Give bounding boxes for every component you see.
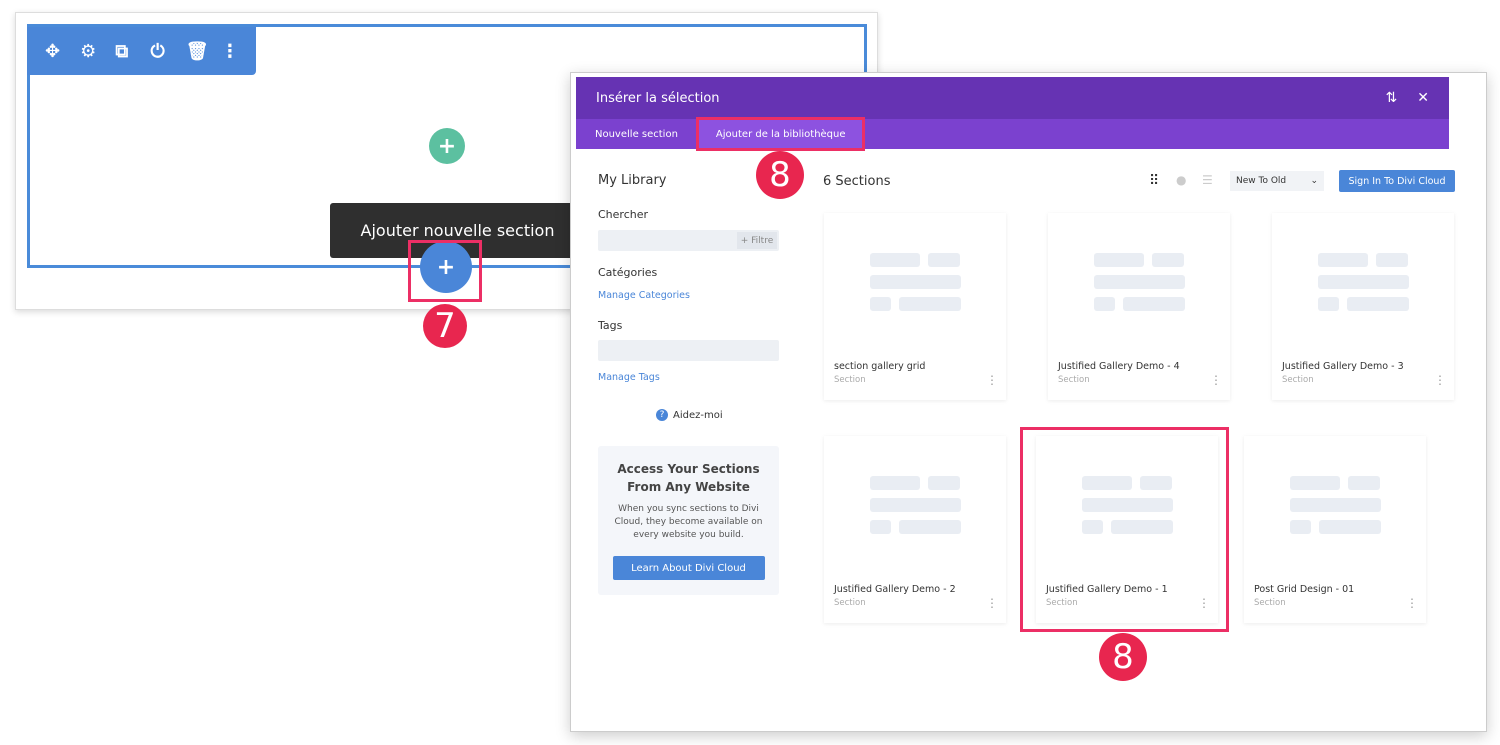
placeholder-bar <box>870 476 920 490</box>
library-card[interactable]: section gallery grid Section ⋮ <box>824 213 1006 400</box>
promo-title: Access Your Sections From Any Website <box>617 462 760 494</box>
promo-text: When you sync sections to Divi Cloud, th… <box>614 504 763 540</box>
placeholder-bar <box>899 297 961 311</box>
sort-icon[interactable]: ⇅ <box>1386 90 1398 106</box>
tab-new-section[interactable]: Nouvelle section <box>576 119 697 149</box>
search-label: Chercher <box>598 208 649 221</box>
placeholder-bar <box>1318 253 1368 267</box>
placeholder-bar <box>928 253 960 267</box>
step-badge: 8 <box>756 151 804 199</box>
close-icon[interactable]: ✕ <box>1417 90 1429 106</box>
tag-icon[interactable]: ● <box>1176 173 1186 187</box>
manage-categories-link[interactable]: Manage Categories <box>598 290 690 301</box>
placeholder-bar <box>928 476 960 490</box>
move-icon[interactable]: ✥ <box>45 41 80 62</box>
library-heading: My Library <box>598 173 667 188</box>
placeholder-bar <box>1347 297 1409 311</box>
add-row-button[interactable]: + <box>429 128 465 164</box>
placeholder-bar <box>1319 520 1381 534</box>
manage-tags-link[interactable]: Manage Tags <box>598 372 660 383</box>
library-card[interactable]: Justified Gallery Demo - 4 Section ⋮ <box>1048 213 1230 400</box>
sign-in-divi-cloud-button[interactable]: Sign In To Divi Cloud <box>1339 170 1455 192</box>
section-toolbar: ✥ ⚙ ⧉ ⏻ 🗑 ⋮ <box>27 27 256 75</box>
library-card[interactable]: Justified Gallery Demo - 2 Section ⋮ <box>824 436 1006 623</box>
placeholder-bar <box>1123 297 1185 311</box>
placeholder-bar <box>1094 275 1185 289</box>
card-title: Post Grid Design - 01 <box>1254 584 1355 595</box>
placeholder-bar <box>1094 253 1144 267</box>
library-card[interactable]: Post Grid Design - 01 Section ⋮ <box>1244 436 1426 623</box>
more-vertical-icon[interactable]: ⋮ <box>1406 596 1418 610</box>
placeholder-bar <box>1318 297 1339 311</box>
more-vertical-icon[interactable]: ⋮ <box>221 41 256 62</box>
save-icon[interactable]: ⏻ <box>151 41 186 62</box>
card-title: Justified Gallery Demo - 2 <box>834 584 956 595</box>
tags-input[interactable] <box>598 340 779 361</box>
help-label: Aidez-moi <box>673 409 723 421</box>
card-title: section gallery grid <box>834 361 926 372</box>
placeholder-bar <box>899 520 961 534</box>
help-link[interactable]: ? Aidez-moi <box>656 409 723 421</box>
modal-title: Insérer la sélection <box>596 90 720 106</box>
placeholder-bar <box>1376 253 1408 267</box>
card-type: Section <box>834 375 866 385</box>
placeholder-bar <box>1290 520 1311 534</box>
categories-label: Catégories <box>598 266 658 279</box>
divi-cloud-promo: Access Your Sections From Any Website Wh… <box>598 446 779 595</box>
trash-icon[interactable]: 🗑 <box>186 41 221 62</box>
placeholder-bar <box>1318 275 1409 289</box>
placeholder-bar <box>870 297 891 311</box>
placeholder-bar <box>870 275 961 289</box>
section-count: 6 Sections <box>823 174 891 189</box>
step-badge: 8 <box>1099 633 1147 681</box>
more-vertical-icon[interactable]: ⋮ <box>1210 373 1222 387</box>
sort-value: New To Old <box>1236 176 1287 186</box>
placeholder-bar <box>870 520 891 534</box>
more-vertical-icon[interactable]: ⋮ <box>1434 373 1446 387</box>
highlight-box <box>408 240 482 302</box>
modal-header: Insérer la sélection ⇅ ✕ <box>576 77 1449 119</box>
placeholder-bar <box>1348 476 1380 490</box>
card-type: Section <box>1282 375 1314 385</box>
more-vertical-icon[interactable]: ⋮ <box>986 596 998 610</box>
placeholder-bar <box>870 253 920 267</box>
placeholder-bar <box>870 498 961 512</box>
more-vertical-icon[interactable]: ⋮ <box>986 373 998 387</box>
placeholder-bar <box>1094 297 1115 311</box>
grid-view-icon[interactable]: ⠿ <box>1149 173 1159 189</box>
gear-icon[interactable]: ⚙ <box>80 41 115 62</box>
card-type: Section <box>834 598 866 608</box>
placeholder-bar <box>1290 498 1381 512</box>
placeholder-bar <box>1290 476 1340 490</box>
library-card[interactable]: Justified Gallery Demo - 3 Section ⋮ <box>1272 213 1454 400</box>
card-type: Section <box>1254 598 1286 608</box>
help-icon: ? <box>656 409 668 421</box>
card-title: Justified Gallery Demo - 4 <box>1058 361 1180 372</box>
list-view-icon[interactable]: ☰ <box>1202 173 1213 187</box>
sort-select[interactable]: New To Old ⌄ <box>1230 171 1324 191</box>
highlight-box <box>1020 427 1229 632</box>
duplicate-icon[interactable]: ⧉ <box>115 41 150 62</box>
tags-label: Tags <box>598 319 623 332</box>
highlight-box <box>696 117 865 151</box>
chevron-down-icon: ⌄ <box>1310 176 1318 186</box>
learn-divi-cloud-button[interactable]: Learn About Divi Cloud <box>612 556 765 580</box>
filter-button[interactable]: + Filtre <box>737 232 777 249</box>
step-badge: 7 <box>423 304 467 348</box>
card-type: Section <box>1058 375 1090 385</box>
card-title: Justified Gallery Demo - 3 <box>1282 361 1404 372</box>
placeholder-bar <box>1152 253 1184 267</box>
